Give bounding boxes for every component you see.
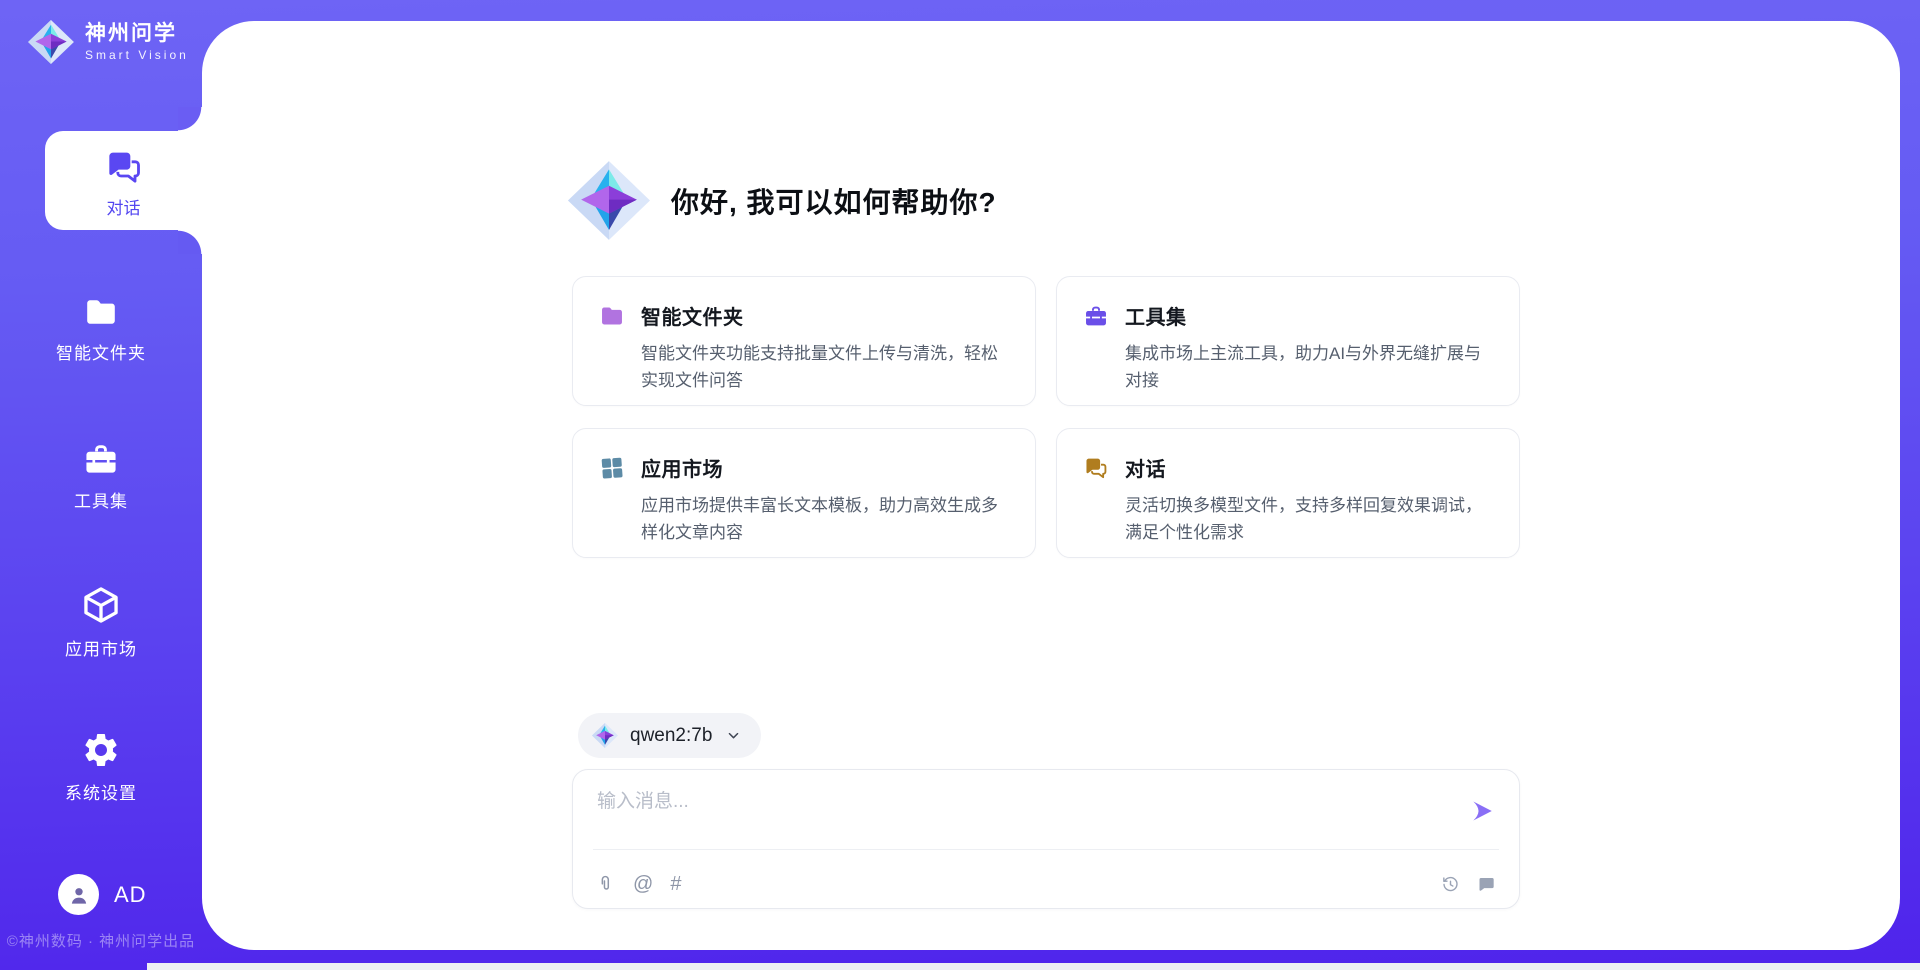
feature-cards: 智能文件夹 智能文件夹功能支持批量文件上传与清洗，轻松实现文件问答 工具集 集成…: [572, 276, 1520, 558]
message-input[interactable]: [595, 784, 1459, 844]
folder-icon: [599, 303, 625, 329]
history-icon[interactable]: [1440, 874, 1461, 895]
card-title: 智能文件夹: [641, 301, 744, 330]
grid-icon: [599, 455, 625, 481]
card-title: 对话: [1125, 453, 1166, 482]
card-smart-folder[interactable]: 智能文件夹 智能文件夹功能支持批量文件上传与清洗，轻松实现文件问答: [572, 276, 1036, 406]
hashtag-icon[interactable]: #: [670, 874, 681, 894]
diamond-logo-icon: [592, 723, 618, 748]
sidebar-item-settings[interactable]: 系统设置: [0, 730, 202, 804]
chevron-down-icon: [726, 728, 741, 743]
folder-icon: [82, 294, 120, 330]
person-icon: [66, 882, 92, 908]
mention-icon[interactable]: @: [633, 874, 653, 894]
sidebar-item-toolset[interactable]: 工具集: [0, 440, 202, 512]
card-title: 应用市场: [641, 453, 723, 482]
user-account[interactable]: AD: [58, 874, 147, 915]
card-description: 灵活切换多模型文件，支持多样回复效果调试，满足个性化需求: [1083, 492, 1495, 546]
sidebar-item-label: 应用市场: [65, 635, 137, 660]
toolbox-icon: [1083, 303, 1109, 329]
sidebar-item-label: 对话: [107, 194, 141, 219]
toolbox-icon: [82, 440, 120, 478]
sidebar-item-app-market[interactable]: 应用市场: [0, 584, 202, 660]
feedback-bubble-icon[interactable]: [1476, 874, 1497, 895]
send-icon[interactable]: [1469, 798, 1495, 824]
cube-icon: [80, 584, 122, 626]
model-name: qwen2:7b: [630, 725, 712, 747]
chat-icon: [1083, 455, 1109, 481]
composer-divider: [593, 849, 1499, 850]
model-selector[interactable]: qwen2:7b: [578, 713, 761, 758]
avatar: [58, 874, 99, 915]
sidebar-item-chat[interactable]: 对话: [45, 131, 202, 230]
sidebar-item-smart-folder[interactable]: 智能文件夹: [0, 294, 202, 364]
card-description: 集成市场上主流工具，助力AI与外界无缝扩展与对接: [1083, 340, 1495, 394]
message-composer: @ #: [572, 769, 1520, 909]
greeting: 你好, 我可以如何帮助你?: [568, 161, 997, 240]
card-description: 智能文件夹功能支持批量文件上传与清洗，轻松实现文件问答: [599, 340, 1011, 394]
brand-name: 神州问学: [85, 22, 189, 46]
sidebar-item-label: 工具集: [74, 487, 128, 512]
card-description: 应用市场提供丰富长文本模板，助力高效生成多样化文章内容: [599, 492, 1011, 546]
sidebar-item-label: 系统设置: [65, 779, 137, 804]
brand-tagline: Smart Vision: [85, 48, 189, 62]
sidebar: 神州问学 Smart Vision 对话 智能文件夹: [0, 0, 202, 970]
card-chat[interactable]: 对话 灵活切换多模型文件，支持多样回复效果调试，满足个性化需求: [1056, 428, 1520, 558]
sidebar-item-label: 智能文件夹: [56, 339, 146, 364]
attach-icon[interactable]: [595, 873, 616, 895]
brand-logo: 神州问学 Smart Vision: [28, 20, 189, 64]
chat-icon: [103, 147, 145, 187]
card-title: 工具集: [1125, 301, 1187, 330]
card-toolset[interactable]: 工具集 集成市场上主流工具，助力AI与外界无缝扩展与对接: [1056, 276, 1520, 406]
app-root: 神州问学 Smart Vision 对话 智能文件夹: [0, 0, 1920, 970]
greeting-text: 你好, 我可以如何帮助你?: [671, 181, 997, 221]
horizontal-scrollbar[interactable]: [147, 963, 1920, 970]
main-panel: 你好, 我可以如何帮助你? 智能文件夹 智能文件夹功能支持批量文件上传与清洗，轻…: [202, 21, 1900, 950]
copyright: ©神州数码 · 神州问学出品: [0, 930, 202, 951]
gear-icon: [81, 730, 121, 770]
diamond-logo-icon: [568, 161, 650, 240]
diamond-logo-icon: [28, 20, 74, 64]
user-initials: AD: [114, 882, 147, 908]
card-app-market[interactable]: 应用市场 应用市场提供丰富长文本模板，助力高效生成多样化文章内容: [572, 428, 1036, 558]
